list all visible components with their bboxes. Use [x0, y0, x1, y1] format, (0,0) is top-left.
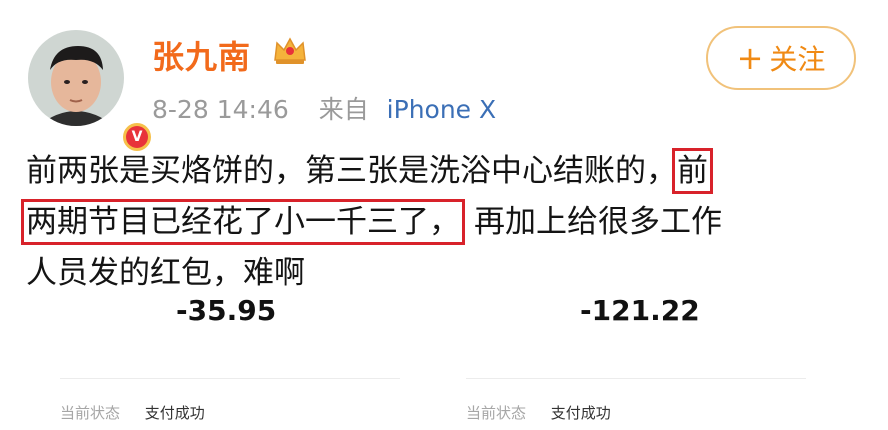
receipt-divider-2	[466, 378, 806, 379]
avatar[interactable]: V	[28, 30, 154, 154]
status-label: 当前状态	[60, 404, 121, 422]
post-text-segment: 前两张是买烙饼的，第三张是洗浴中心结账的，	[26, 153, 677, 189]
post-line-2: 两期节目已经花了小一千三了， 再加上给很多工作	[21, 197, 846, 248]
from-label: 来自	[318, 95, 369, 124]
post-meta: 8-28 14:46 来自 iPhone X	[152, 90, 496, 126]
status-value: 支付成功	[144, 404, 205, 422]
avatar-image	[28, 30, 124, 126]
receipt-amount-2: -121.22	[580, 294, 700, 327]
post-text: 前两张是买烙饼的，第三张是洗浴中心结账的，前 两期节目已经花了小一千三了， 再加上…	[21, 146, 846, 299]
crown-icon	[274, 37, 306, 64]
receipt-divider-1	[60, 378, 400, 379]
post-line-1: 前两张是买烙饼的，第三张是洗浴中心结账的，前	[26, 146, 846, 197]
receipt-status-2: 当前状态 支付成功	[466, 402, 611, 423]
follow-button[interactable]: + 关注	[706, 26, 856, 90]
receipt-status-1: 当前状态 支付成功	[60, 402, 205, 423]
follow-label: 关注	[769, 43, 826, 76]
post-date: 8-28	[152, 95, 209, 124]
post-time: 14:46	[216, 95, 289, 124]
post-source[interactable]: iPhone X	[387, 95, 496, 124]
post-line-3: 人员发的红包，难啊	[26, 255, 305, 291]
highlight-box-1: 前	[672, 148, 713, 194]
status-label: 当前状态	[466, 404, 527, 422]
highlight-box-2: 两期节目已经花了小一千三了，	[21, 199, 465, 245]
receipt-amount-1: -35.95	[176, 294, 277, 327]
status-value: 支付成功	[550, 404, 611, 422]
plus-icon: +	[736, 39, 764, 77]
user-name[interactable]: 张九南	[152, 32, 251, 78]
post-text-segment: 再加上给很多工作	[474, 204, 722, 240]
